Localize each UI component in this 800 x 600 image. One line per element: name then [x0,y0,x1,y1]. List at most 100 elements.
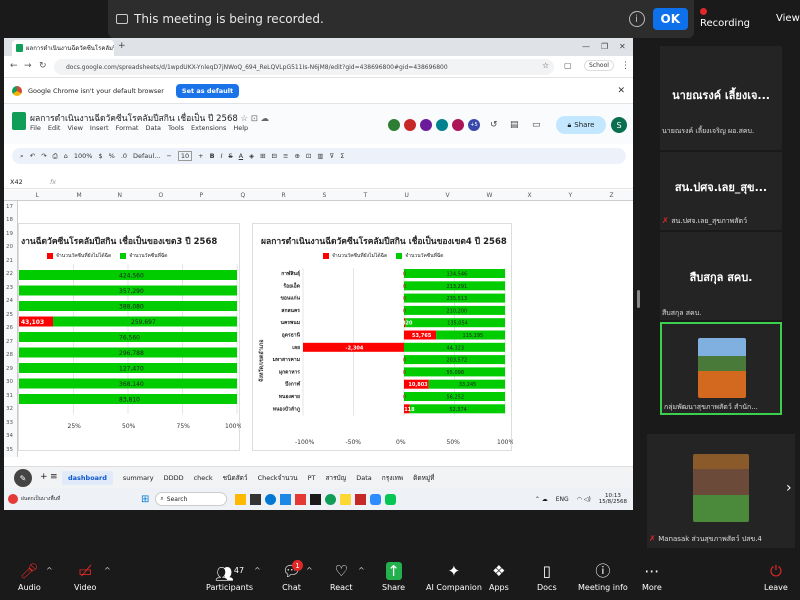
column-header[interactable]: Z [610,192,614,199]
name-box[interactable]: X42 [10,178,23,186]
panel-splitter[interactable] [637,290,640,308]
paint-format-icon[interactable]: ⌂ [64,152,68,160]
meet-icon[interactable]: ▭ [532,120,541,130]
menu-extensions[interactable]: Extensions [191,124,226,132]
bookmark-star-icon[interactable]: ☆ [542,61,549,70]
column-header[interactable]: W [487,192,493,199]
ok-button[interactable]: OK [652,8,688,30]
column-header[interactable]: U [405,192,409,199]
star-icon[interactable]: ☆ ⊡ ☁ [240,114,269,124]
row-header[interactable]: 23 [6,285,13,291]
docs-button[interactable]: ▯ Docs [537,562,557,592]
collaborator-avatar[interactable] [420,119,432,131]
text-color-icon[interactable]: A [239,152,243,160]
row-header[interactable]: 17 [6,204,13,210]
row-header[interactable]: 29 [6,366,13,372]
menu-insert[interactable]: Insert [90,124,109,132]
column-header[interactable]: T [364,192,368,199]
leave-button[interactable]: ⏻ Leave [764,562,788,592]
video-button[interactable]: ▭̸ Video [74,562,96,592]
strikethrough-icon[interactable]: S [229,152,233,160]
row-header[interactable]: 31 [6,393,13,399]
react-button[interactable]: ♡ React [330,562,353,592]
link-icon[interactable]: ⊕ [294,152,299,160]
sheet-grid[interactable]: งานฉีดวัคซีนโรคลัมปีสกิน เชื่อเป็นของเขต… [18,201,633,457]
zoom-select[interactable]: 100% [74,152,93,160]
column-header[interactable]: Y [569,192,573,199]
tray-icons[interactable]: ⌃ ☁ [535,496,548,503]
row-header[interactable]: 30 [6,379,13,385]
menu-data[interactable]: Data [145,124,161,132]
history-icon[interactable]: ↺ [490,120,498,130]
tab-animal-type[interactable]: ชนิดสัตว์ [223,473,248,483]
zoom-app-icon[interactable] [370,493,382,505]
set-default-button[interactable]: Set as default [175,83,240,98]
url-field[interactable]: docs.google.com/spreadsheets/d/1wpdUKX-Y… [54,59,554,75]
maximize-icon[interactable]: ❐ [601,42,608,51]
filter-icon[interactable]: ⊽ [330,152,335,160]
functions-icon[interactable]: Σ [340,152,344,160]
word-icon[interactable] [280,493,292,505]
app-icon[interactable] [250,493,262,505]
chat-chevron-icon[interactable]: ^ [306,566,313,575]
column-header[interactable]: S [323,192,327,199]
back-icon[interactable]: ← [10,61,18,71]
left-chart-panel[interactable]: งานฉีดวัคซีนโรคลัมปีสกิน เชื่อเป็นของเขต… [18,223,241,451]
tab-summary[interactable]: summary [123,474,154,482]
taskbar-search[interactable]: ⌕ Search [155,492,228,506]
percent-icon[interactable]: % [109,152,115,160]
undo-icon[interactable]: ↶ [30,152,35,160]
share-button[interactable]: 🔒︎ Share [556,116,606,134]
tab-dddd[interactable]: DDDD [164,474,184,482]
decimal-icon[interactable]: .0 [121,152,127,160]
browser-tab[interactable]: ผลการดำเนินงานฉีดวัคซีนโรคลัมปีสกิน เชื่… [12,40,114,56]
row-header[interactable]: 35 [6,447,13,453]
collaborator-avatar[interactable] [404,119,416,131]
column-header[interactable]: V [446,192,450,199]
edge-icon[interactable] [265,493,277,505]
all-sheets-icon[interactable]: ≡ [50,472,58,482]
right-chart-panel[interactable]: ผลการดำเนินงานฉีดวัคซีนโรคลัมปีสกิน เชื่… [252,223,513,451]
menu-help[interactable]: Help [233,124,248,132]
add-sheet-icon[interactable]: + [40,472,48,482]
row-header[interactable]: 18 [6,217,13,223]
search-menus-icon[interactable]: ⌕ [20,152,24,161]
column-header[interactable]: M [77,192,82,199]
close-window-icon[interactable]: ✕ [619,42,626,51]
font-size-field[interactable]: 10 [177,151,193,161]
wifi-icon[interactable]: ◠ ◁) [577,496,591,503]
menu-file[interactable]: File [30,124,41,132]
print-icon[interactable]: ⎙ [53,152,58,161]
fill-color-icon[interactable]: ◈ [249,152,254,160]
participant-tile[interactable]: ✗ Manasak ส่วนสุขภาพสัตว์ ปสข.4 [647,434,795,548]
row-header[interactable]: 20 [6,244,13,250]
tab-check-count[interactable]: Checkจำนวน [258,473,298,483]
participant-tile[interactable]: นายณรงค์ เลี้ยงเจ... นายณรงค์ เลี้ยงเจริ… [660,46,782,150]
infobar-close-icon[interactable]: ✕ [617,86,625,96]
react-chevron-icon[interactable]: ^ [358,566,365,575]
row-header[interactable]: 26 [6,325,13,331]
active-speaker-tile[interactable]: กลุ่มพัฒนาสุขภาพสัตว์ สำนัก... [660,322,782,415]
participants-chevron-icon[interactable]: ^ [254,566,261,575]
profile-button[interactable]: School [584,60,614,71]
forward-icon[interactable]: → [24,61,32,71]
account-avatar[interactable]: S [611,117,627,133]
clock[interactable]: 10:13 15/8/2568 [599,493,627,505]
row-header[interactable]: 21 [6,258,13,264]
borders-icon[interactable]: ⊞ [260,152,265,160]
merge-icon[interactable]: ⊟ [272,152,277,160]
column-header[interactable]: Q [241,192,246,199]
font-size-minus[interactable]: − [166,152,171,160]
row-header[interactable]: 33 [6,420,13,426]
reload-icon[interactable]: ↻ [39,61,47,71]
tab-other[interactable]: ติดหมู่ที่ [413,473,434,483]
menu-edit[interactable]: Edit [48,124,61,132]
row-header[interactable]: 25 [6,312,13,318]
column-header[interactable]: N [118,192,123,199]
italic-icon[interactable]: I [221,152,223,160]
redo-icon[interactable]: ↷ [41,152,46,160]
tab-pt[interactable]: PT [308,474,316,482]
tab-contents[interactable]: สารบัญ [325,473,346,483]
sheets-logo-icon[interactable] [12,112,26,130]
more-collaborators-badge[interactable]: +5 [468,119,480,131]
